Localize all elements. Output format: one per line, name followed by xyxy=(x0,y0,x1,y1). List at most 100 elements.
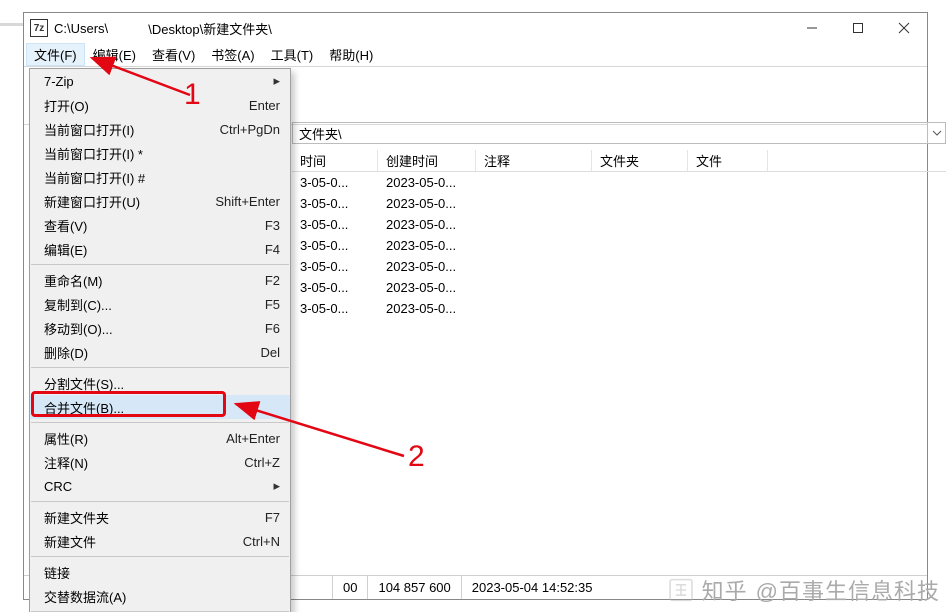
titlebar-path-prefix: C:\Users\ xyxy=(54,21,108,36)
menu-item-accelerator: Enter xyxy=(249,98,280,113)
file-menu-dropdown[interactable]: 7-Zip▸打开(O)Enter当前窗口打开(I)Ctrl+PgDn当前窗口打开… xyxy=(29,68,291,612)
menu-item[interactable]: 当前窗口打开(I)Ctrl+PgDn xyxy=(30,117,290,141)
menu-item[interactable]: 新建窗口打开(U)Shift+Enter xyxy=(30,189,290,213)
address-path-tail: 文件夹\ xyxy=(299,124,342,143)
menu-item-label: 打开(O) xyxy=(44,96,249,115)
menu-item[interactable]: 注释(N)Ctrl+Z xyxy=(30,450,290,474)
table-row[interactable]: 3-05-0...2023-05-0... xyxy=(292,214,946,235)
menu-item-label: 新建文件夹 xyxy=(44,508,265,527)
menu-item[interactable]: 7-Zip▸ xyxy=(30,69,290,93)
menu-tools[interactable]: 工具(T) xyxy=(263,43,322,66)
menu-item[interactable]: 当前窗口打开(I) * xyxy=(30,141,290,165)
menu-item-label: 分割文件(S)... xyxy=(44,374,280,393)
maximize-button[interactable] xyxy=(835,13,881,43)
titlebar-path-masked xyxy=(108,21,148,36)
annotation-number-1: 1 xyxy=(184,78,201,112)
col-header-mtime[interactable]: 时间 xyxy=(292,150,378,171)
col-header-files[interactable]: 文件 xyxy=(688,150,768,171)
close-button[interactable] xyxy=(881,13,927,43)
menu-item[interactable]: 复制到(C)...F5 xyxy=(30,292,290,316)
annotation-number-2: 2 xyxy=(408,440,425,474)
table-row[interactable]: 3-05-0...2023-05-0... xyxy=(292,235,946,256)
col-header-folders[interactable]: 文件夹 xyxy=(592,150,688,171)
menu-view[interactable]: 查看(V) xyxy=(144,43,203,66)
table-header: 时间 创建时间 注释 文件夹 文件 xyxy=(292,150,946,172)
menu-item[interactable]: 当前窗口打开(I) # xyxy=(30,165,290,189)
menu-item-accelerator: Del xyxy=(260,345,280,360)
title-bar: 7z C:\Users\ \Desktop\新建文件夹\ xyxy=(24,13,927,43)
table-row[interactable]: 3-05-0...2023-05-0... xyxy=(292,256,946,277)
menu-bookmark[interactable]: 书签(A) xyxy=(203,43,262,66)
menu-item-label: 新建窗口打开(U) xyxy=(44,192,215,211)
menu-separator xyxy=(31,367,289,368)
address-bar[interactable]: 文件夹\ xyxy=(292,122,946,144)
menu-item-label: 当前窗口打开(I) * xyxy=(44,144,280,163)
menu-item-accelerator: F5 xyxy=(265,297,280,312)
menu-item[interactable]: 新建文件Ctrl+N xyxy=(30,529,290,553)
menu-item[interactable]: CRC▸ xyxy=(30,474,290,498)
table-row[interactable]: 3-05-0...2023-05-0... xyxy=(292,193,946,214)
menu-item[interactable]: 重命名(M)F2 xyxy=(30,268,290,292)
menu-item-accelerator: Alt+Enter xyxy=(226,431,280,446)
menu-item-accelerator: F6 xyxy=(265,321,280,336)
file-rows: 3-05-0...2023-05-0... 3-05-0...2023-05-0… xyxy=(292,172,946,319)
menu-item[interactable]: 新建文件夹F7 xyxy=(30,505,290,529)
menu-item-label: 重命名(M) xyxy=(44,271,265,290)
menu-item-label: 合并文件(B)... xyxy=(44,398,280,417)
menu-help[interactable]: 帮助(H) xyxy=(321,43,381,66)
titlebar-path-suffix: \Desktop\新建文件夹\ xyxy=(148,19,272,38)
menu-item[interactable]: 属性(R)Alt+Enter xyxy=(30,426,290,450)
status-time: 2023-05-04 14:52:35 xyxy=(461,576,603,599)
menu-item-label: 当前窗口打开(I) xyxy=(44,120,220,139)
menu-item[interactable]: 打开(O)Enter xyxy=(30,93,290,117)
menu-item-accelerator: Ctrl+N xyxy=(243,534,280,549)
menu-item[interactable]: 查看(V)F3 xyxy=(30,213,290,237)
menu-item[interactable]: 编辑(E)F4 xyxy=(30,237,290,261)
menu-separator xyxy=(31,501,289,502)
status-size: 104 857 600 xyxy=(367,576,460,599)
menu-item-label: 删除(D) xyxy=(44,343,260,362)
menu-item-accelerator: F4 xyxy=(265,242,280,257)
menu-item-label: 7-Zip xyxy=(44,74,273,89)
menu-item-accelerator: F3 xyxy=(265,218,280,233)
menu-item[interactable]: 移动到(O)...F6 xyxy=(30,316,290,340)
menu-item-label: 编辑(E) xyxy=(44,240,265,259)
menu-separator xyxy=(31,422,289,423)
menu-item-label: 链接 xyxy=(44,563,280,582)
menu-item-label: 注释(N) xyxy=(44,453,244,472)
menu-item-accelerator: Shift+Enter xyxy=(215,194,280,209)
table-row[interactable]: 3-05-0...2023-05-0... xyxy=(292,277,946,298)
col-header-comment[interactable]: 注释 xyxy=(476,150,592,171)
menu-item[interactable]: 分割文件(S)... xyxy=(30,371,290,395)
menu-item[interactable]: 交替数据流(A) xyxy=(30,584,290,608)
table-row[interactable]: 3-05-0...2023-05-0... xyxy=(292,298,946,319)
status-count: 00 xyxy=(332,576,367,599)
app-icon: 7z xyxy=(30,19,48,37)
submenu-arrow-icon: ▸ xyxy=(273,478,280,494)
menu-file[interactable]: 文件(F) xyxy=(26,43,85,66)
col-header-ctime[interactable]: 创建时间 xyxy=(378,150,476,171)
menu-bar: 文件(F) 编辑(E) 查看(V) 书签(A) 工具(T) 帮助(H) xyxy=(24,43,927,67)
menu-item-label: 查看(V) xyxy=(44,216,265,235)
menu-item[interactable]: 删除(D)Del xyxy=(30,340,290,364)
menu-item-label: 当前窗口打开(I) # xyxy=(44,168,280,187)
menu-separator xyxy=(31,264,289,265)
menu-item[interactable]: 合并文件(B)... xyxy=(30,395,290,419)
menu-item-label: 属性(R) xyxy=(44,429,226,448)
menu-item-label: 复制到(C)... xyxy=(44,295,265,314)
menu-item-accelerator: Ctrl+Z xyxy=(244,455,280,470)
menu-item-label: 交替数据流(A) xyxy=(44,587,280,606)
menu-separator xyxy=(31,556,289,557)
menu-item-label: 移动到(O)... xyxy=(44,319,265,338)
menu-item-label: 新建文件 xyxy=(44,532,243,551)
submenu-arrow-icon: ▸ xyxy=(273,73,280,89)
menu-item[interactable]: 链接 xyxy=(30,560,290,584)
menu-item-accelerator: F2 xyxy=(265,273,280,288)
table-row[interactable]: 3-05-0...2023-05-0... xyxy=(292,172,946,193)
menu-item-accelerator: F7 xyxy=(265,510,280,525)
menu-edit[interactable]: 编辑(E) xyxy=(85,43,144,66)
address-dropdown-button[interactable] xyxy=(928,122,946,144)
menu-item-label: CRC xyxy=(44,479,273,494)
menu-item-accelerator: Ctrl+PgDn xyxy=(220,122,280,137)
minimize-button[interactable] xyxy=(789,13,835,43)
